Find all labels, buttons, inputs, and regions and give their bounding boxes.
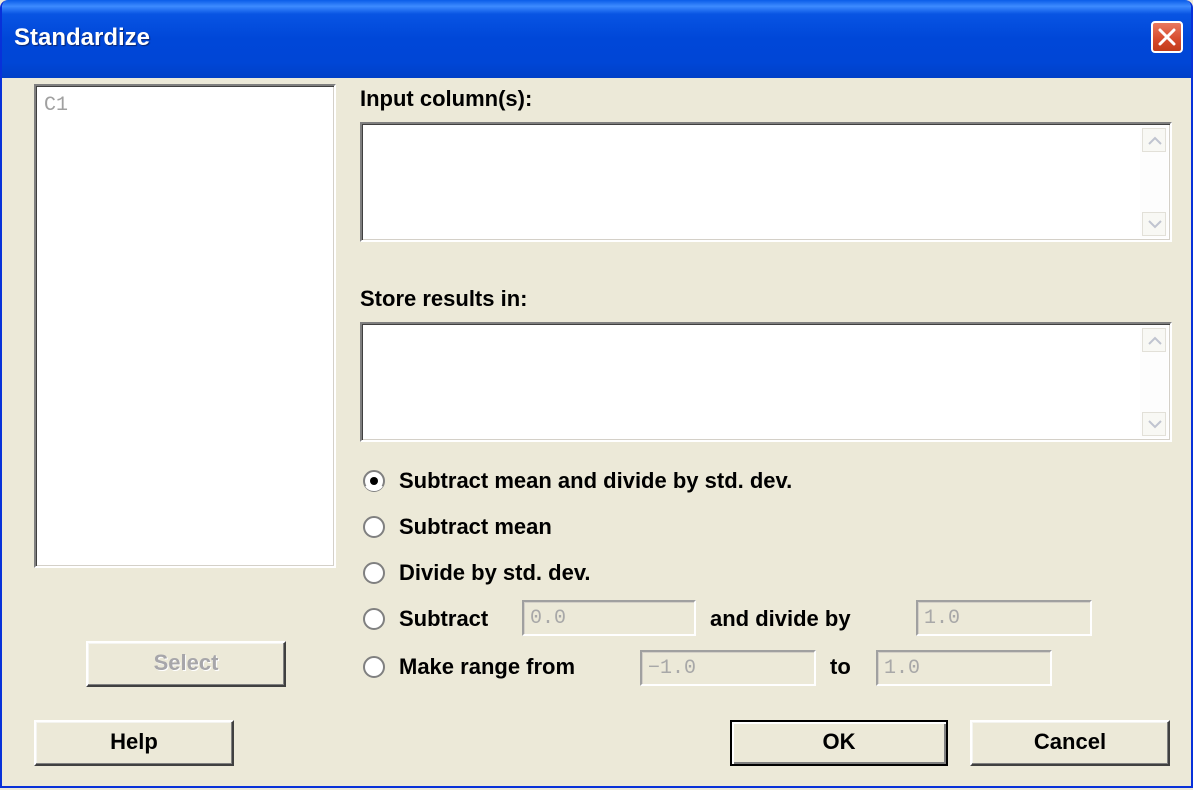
input-columns-field[interactable] xyxy=(360,122,1172,242)
scroll-down-button[interactable] xyxy=(1142,412,1166,436)
dialog-title: Standardize xyxy=(14,24,151,51)
option-subtract-mean-label[interactable]: Subtract mean xyxy=(399,514,552,540)
store-results-label: Store results in: xyxy=(360,286,528,311)
divide-by-label: and divide by xyxy=(710,606,851,631)
scroll-up-button[interactable] xyxy=(1142,328,1166,352)
close-icon xyxy=(1158,28,1176,46)
subtract-value-field[interactable]: 0.0 xyxy=(522,600,696,636)
input-columns-label: Input column(s): xyxy=(360,86,533,111)
range-to-field[interactable]: 1.0 xyxy=(876,650,1052,686)
range-from-field[interactable]: −1.0 xyxy=(640,650,816,686)
option-subtract-label[interactable]: Subtract xyxy=(399,606,488,632)
title-bar: Standardize xyxy=(2,0,1191,78)
chevron-up-icon xyxy=(1148,336,1162,345)
store-results-scrollbar[interactable] xyxy=(1140,326,1168,438)
option-make-range-label[interactable]: Make range from xyxy=(399,654,575,680)
select-button[interactable]: Select xyxy=(86,641,286,687)
help-button[interactable]: Help xyxy=(34,720,234,766)
scroll-up-button[interactable] xyxy=(1142,128,1166,152)
ok-button[interactable]: OK xyxy=(730,720,948,766)
scroll-down-button[interactable] xyxy=(1142,212,1166,236)
radio-subtract-custom[interactable] xyxy=(362,607,386,631)
close-button[interactable] xyxy=(1151,21,1183,53)
dialog-body: C1 Input column(s): Store results in: Su… xyxy=(2,78,1191,786)
chevron-down-icon xyxy=(1148,220,1162,229)
option-subtract-mean-divide-std-label[interactable]: Subtract mean and divide by std. dev. xyxy=(399,468,792,494)
column-list[interactable]: C1 xyxy=(34,84,336,568)
chevron-up-icon xyxy=(1148,136,1162,145)
cancel-button[interactable]: Cancel xyxy=(970,720,1170,766)
store-results-field[interactable] xyxy=(360,322,1172,442)
option-divide-std-label[interactable]: Divide by std. dev. xyxy=(399,560,591,586)
column-list-item[interactable]: C1 xyxy=(44,94,68,117)
radio-subtract-mean-divide-std[interactable] xyxy=(362,469,386,493)
radio-divide-std[interactable] xyxy=(362,561,386,585)
radio-subtract-mean[interactable] xyxy=(362,515,386,539)
radio-make-range[interactable] xyxy=(362,655,386,679)
range-to-label: to xyxy=(830,654,851,679)
standardize-dialog: Standardize C1 Input column(s): Store re… xyxy=(0,0,1193,788)
chevron-down-icon xyxy=(1148,420,1162,429)
input-columns-scrollbar[interactable] xyxy=(1140,126,1168,238)
divide-by-value-field[interactable]: 1.0 xyxy=(916,600,1092,636)
